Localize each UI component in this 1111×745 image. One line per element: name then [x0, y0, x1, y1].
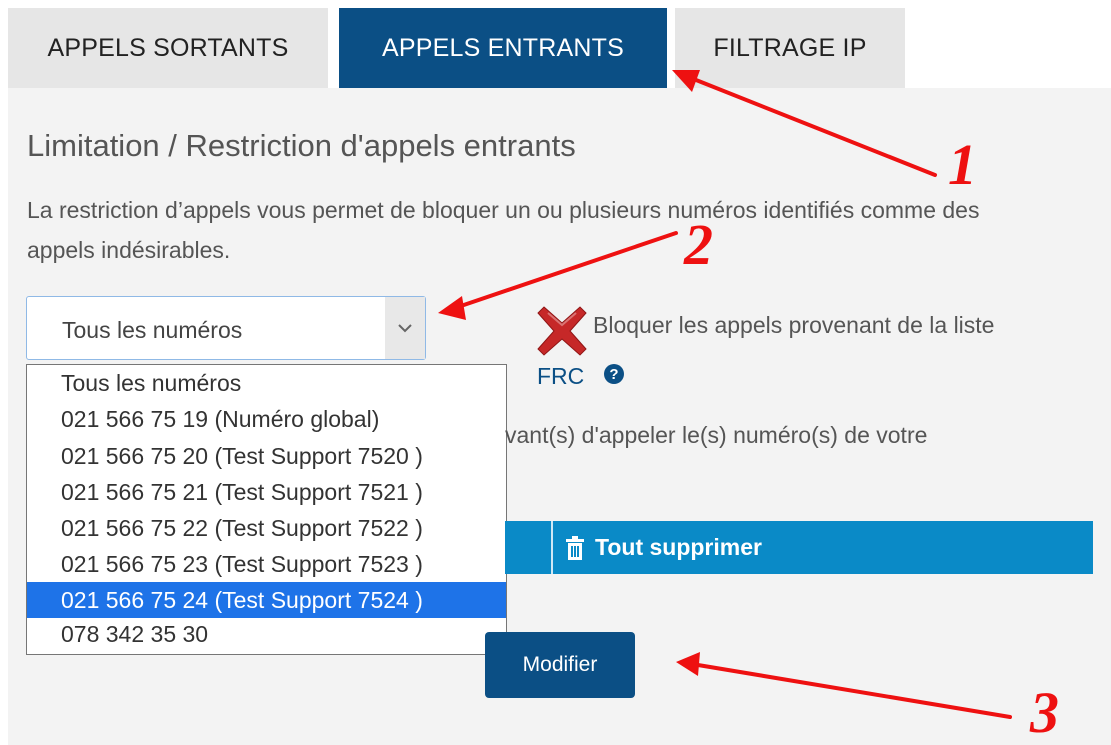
divider	[551, 521, 553, 574]
dropdown-option[interactable]: 021 566 75 19 (Numéro global)	[27, 405, 506, 434]
tab-filtrage-ip[interactable]: FILTRAGE IP	[675, 8, 905, 88]
frc-label-frc: FRC	[537, 363, 585, 389]
delete-all-label: Tout supprimer	[595, 534, 762, 560]
close-icon[interactable]	[536, 305, 588, 362]
modify-button[interactable]: Modifier	[485, 632, 635, 698]
dropdown-option[interactable]: Tous les numéros	[27, 369, 506, 398]
number-select-value: Tous les numéros	[62, 317, 243, 343]
dropdown-option-highlighted[interactable]: 021 566 75 24 (Test Support 7524 )	[27, 582, 506, 618]
number-dropdown-list: Tous les numéros 021 566 75 19 (Numéro g…	[26, 364, 507, 655]
tab-appels-entrants[interactable]: APPELS ENTRANTS	[339, 8, 667, 88]
dropdown-option[interactable]: 021 566 75 21 (Test Support 7521 )	[27, 478, 506, 507]
dropdown-option[interactable]: 021 566 75 22 (Test Support 7522 )	[27, 514, 506, 543]
action-bar: Tout supprimer	[505, 521, 1093, 574]
delete-all-button[interactable]: Tout supprimer	[565, 521, 762, 574]
info-text: vant(s) d'appeler le(s) numéro(s) de vot…	[505, 422, 928, 448]
dropdown-option[interactable]: 021 566 75 23 (Test Support 7523 )	[27, 550, 506, 579]
chevron-down-icon[interactable]	[385, 297, 425, 359]
trash-icon	[566, 535, 584, 560]
frc-label: Bloquer les appels provenant de la liste	[593, 312, 995, 338]
dropdown-option[interactable]: 078 342 35 30	[27, 620, 506, 649]
tab-bar: APPELS SORTANTS APPELS ENTRANTS FILTRAGE…	[0, 0, 1111, 88]
page-title: Limitation / Restriction d'appels entran…	[27, 128, 576, 163]
number-select[interactable]: Tous les numéros	[26, 296, 426, 360]
description-text: La restriction d’appels vous permet de b…	[27, 197, 980, 263]
dropdown-option[interactable]: 021 566 75 20 (Test Support 7520 )	[27, 442, 506, 471]
help-icon[interactable]: ?	[604, 364, 624, 384]
tab-appels-sortants[interactable]: APPELS SORTANTS	[8, 8, 328, 88]
